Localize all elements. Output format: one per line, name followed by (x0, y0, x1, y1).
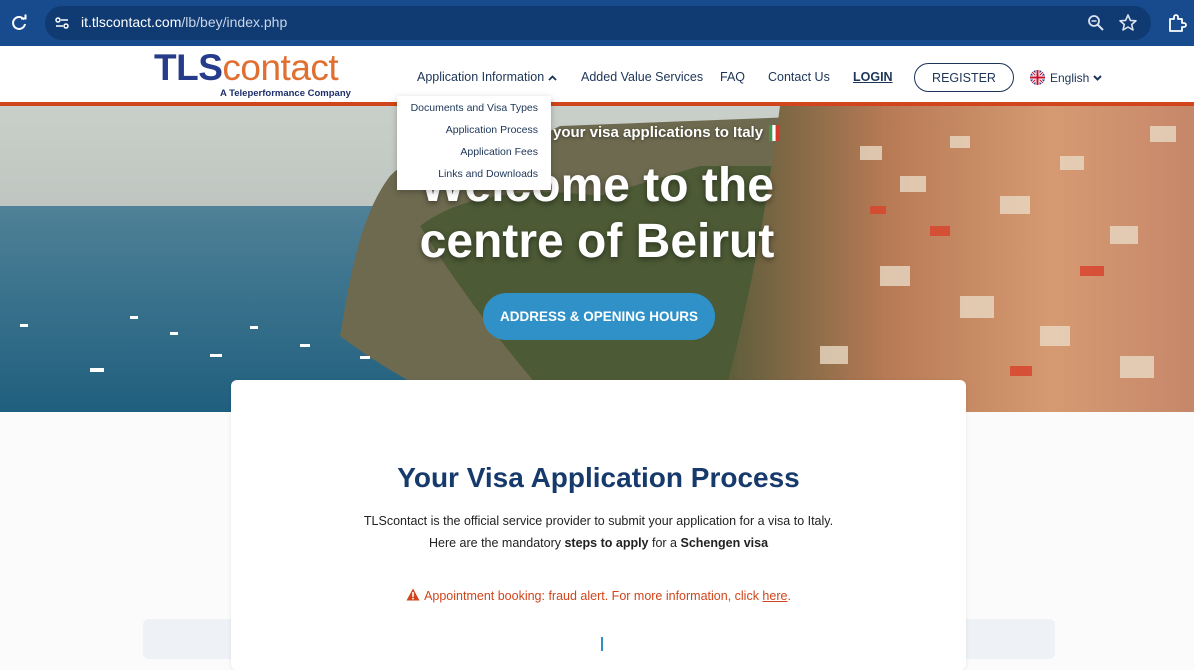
browser-toolbar: it.tlscontact.com/lb/bey/index.php (0, 0, 1194, 46)
chevron-down-icon (1093, 74, 1103, 81)
italy-flag-icon (769, 125, 780, 142)
dropdown-item-links-downloads[interactable]: Links and Downloads (438, 168, 538, 180)
logo-wordmark: TLScontact (154, 47, 339, 88)
dropdown-item-application-process[interactable]: Application Process (446, 124, 538, 136)
url-domain: it.tlscontact.com (81, 14, 182, 30)
reload-icon[interactable] (9, 13, 29, 33)
nav-label: Application Information (417, 70, 545, 84)
site-header: TLScontact A Teleperformance Company App… (0, 46, 1194, 102)
chevron-up-icon (548, 74, 557, 81)
intro-text: TLScontact is the official service provi… (363, 514, 834, 528)
steps-text-steps: steps to apply (564, 536, 649, 550)
visa-process-card: Your Visa Application Process TLScontact… (231, 380, 966, 670)
star-icon[interactable] (1118, 13, 1138, 33)
language-label: English (1050, 70, 1090, 85)
steps-text-mid: for a (648, 536, 681, 550)
extensions-icon[interactable] (1167, 13, 1187, 33)
nav-application-information[interactable]: Application Information (417, 70, 557, 84)
hero-title: Welcome to the centre of Beirut (0, 158, 1194, 270)
hero-banner: Your partner for all your visa applicati… (0, 106, 1194, 412)
zoom-icon[interactable] (1087, 14, 1105, 32)
hero-tagline: Your partner for all your visa applicati… (0, 124, 1194, 142)
logo-subtitle: A Teleperformance Company (220, 88, 351, 99)
hero-title-line2: centre of Beirut (419, 215, 775, 268)
alert-end: . (787, 589, 791, 603)
url-path: /lb/bey/index.php (181, 14, 288, 30)
dropdown-item-application-fees[interactable]: Application Fees (460, 146, 538, 158)
alert-text: Appointment booking: fraud alert. For mo… (424, 589, 763, 603)
page-title: Your Visa Application Process (397, 462, 800, 493)
site-info-icon[interactable] (53, 14, 71, 32)
fraud-alert: Appointment booking: fraud alert. For mo… (231, 588, 966, 603)
tlscontact-logo[interactable]: TLScontact A Teleperformance Company (154, 48, 354, 102)
steps-text-pre: Here are the mandatory (428, 536, 565, 550)
fraud-alert-link[interactable]: here (762, 589, 787, 603)
register-button[interactable]: REGISTER (914, 63, 1014, 92)
uk-flag-icon (1030, 70, 1045, 85)
warning-icon (406, 588, 420, 601)
hero-title-line1: Welcome to the (420, 159, 774, 212)
application-information-dropdown: Documents and Visa Types Application Pro… (397, 96, 551, 190)
nav-faq[interactable]: FAQ (720, 70, 745, 84)
address-bar[interactable]: it.tlscontact.com/lb/bey/index.php (45, 6, 1151, 40)
dropdown-item-documents[interactable]: Documents and Visa Types (411, 102, 538, 114)
logo-tls: TLS (154, 47, 223, 88)
logo-contact: contact (222, 47, 339, 88)
url-text[interactable]: it.tlscontact.com/lb/bey/index.php (81, 14, 287, 30)
steps-text: Here are the mandatory steps to apply fo… (231, 536, 966, 550)
address-opening-hours-button[interactable]: ADDRESS & OPENING HOURS (483, 293, 715, 340)
steps-text-schengen: Schengen visa (680, 536, 769, 550)
nav-contact-us[interactable]: Contact Us (768, 70, 830, 84)
nav-added-value-services[interactable]: Added Value Services (581, 70, 703, 84)
language-selector[interactable]: English (1030, 70, 1103, 85)
login-link[interactable]: LOGIN (853, 70, 893, 84)
